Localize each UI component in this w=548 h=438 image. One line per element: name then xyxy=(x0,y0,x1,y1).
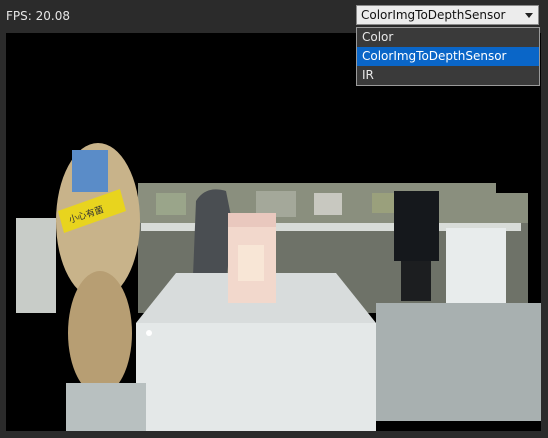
fps-readout: FPS: 20.08 xyxy=(6,7,70,25)
mode-select-value: ColorImgToDepthSensor xyxy=(361,8,506,22)
depth-color-image: 小心有菌 xyxy=(6,33,541,431)
video-viewport[interactable]: 小心有菌 xyxy=(6,33,541,431)
cardboard-cutout-bottom xyxy=(68,271,132,395)
mode-dropdown-list: Color ColorImgToDepthSensor IR xyxy=(356,27,540,86)
fps-label: FPS: xyxy=(6,9,32,23)
option-colorimgtodepthsensor[interactable]: ColorImgToDepthSensor xyxy=(357,47,539,66)
app-window: FPS: 20.08 ColorImgToDepthSensor Color C… xyxy=(0,0,548,438)
mode-select[interactable]: ColorImgToDepthSensor xyxy=(356,5,539,25)
office-chair xyxy=(394,191,439,261)
floor xyxy=(376,303,541,431)
fps-value: 20.08 xyxy=(35,9,70,23)
pedestal-front xyxy=(136,323,376,431)
option-ir[interactable]: IR xyxy=(357,66,539,85)
chevron-down-icon[interactable] xyxy=(525,13,533,18)
option-color[interactable]: Color xyxy=(357,28,539,47)
